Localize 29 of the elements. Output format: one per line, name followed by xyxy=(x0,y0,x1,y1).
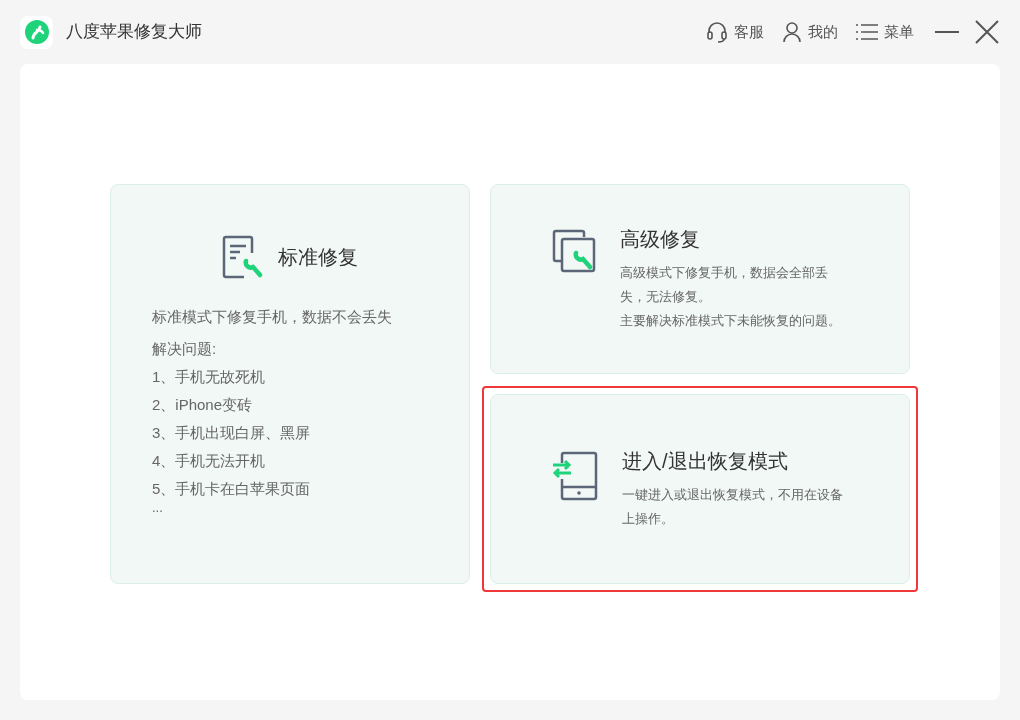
card-title: 标准修复 xyxy=(278,245,358,270)
card-title: 进入/退出恢复模式 xyxy=(622,449,789,474)
menu-button[interactable]: 菜单 xyxy=(856,20,914,44)
card-description: 一键进入或退出恢复模式，不用在设备上操作。 xyxy=(622,486,844,528)
account-button[interactable]: 我的 xyxy=(782,20,838,44)
problem-item: 2、iPhone变砖 xyxy=(152,395,254,415)
card-title: 高级修复 xyxy=(620,227,701,252)
problem-item: 4、手机无法开机 xyxy=(152,451,267,471)
problem-item: 3、手机出现白屏、黑屏 xyxy=(152,423,312,443)
close-button[interactable] xyxy=(974,19,1000,45)
card-description: 高级模式下修复手机，数据会全部丢失，无法修复。 xyxy=(620,264,829,306)
window-title: 八度苹果修复大师 xyxy=(66,21,202,44)
windows-wrench-icon xyxy=(552,229,596,273)
document-wrench-icon xyxy=(222,235,264,279)
user-icon xyxy=(782,21,802,43)
problem-item: 5、手机卡在白苹果页面 xyxy=(152,479,312,499)
app-logo xyxy=(20,15,53,49)
minimize-icon xyxy=(935,31,959,33)
problem-item: 1、手机无故死机 xyxy=(152,367,267,387)
more-ellipsis: ... xyxy=(152,501,164,515)
list-heading: 解决问题: xyxy=(152,339,218,359)
service-button[interactable]: 客服 xyxy=(706,20,764,44)
repair-option-card[interactable]: 进入/退出恢复模式 一键进入或退出恢复模式，不用在设备上操作。 xyxy=(482,386,918,592)
card-description: 主要解决标准模式下未能恢复的问题。 xyxy=(620,312,842,330)
headset-icon xyxy=(706,21,728,43)
card-description: 标准模式下修复手机，数据不会丢失 xyxy=(152,307,393,327)
menu-icon xyxy=(856,23,878,41)
tablet-arrows-icon xyxy=(552,451,598,501)
close-icon xyxy=(975,20,999,44)
